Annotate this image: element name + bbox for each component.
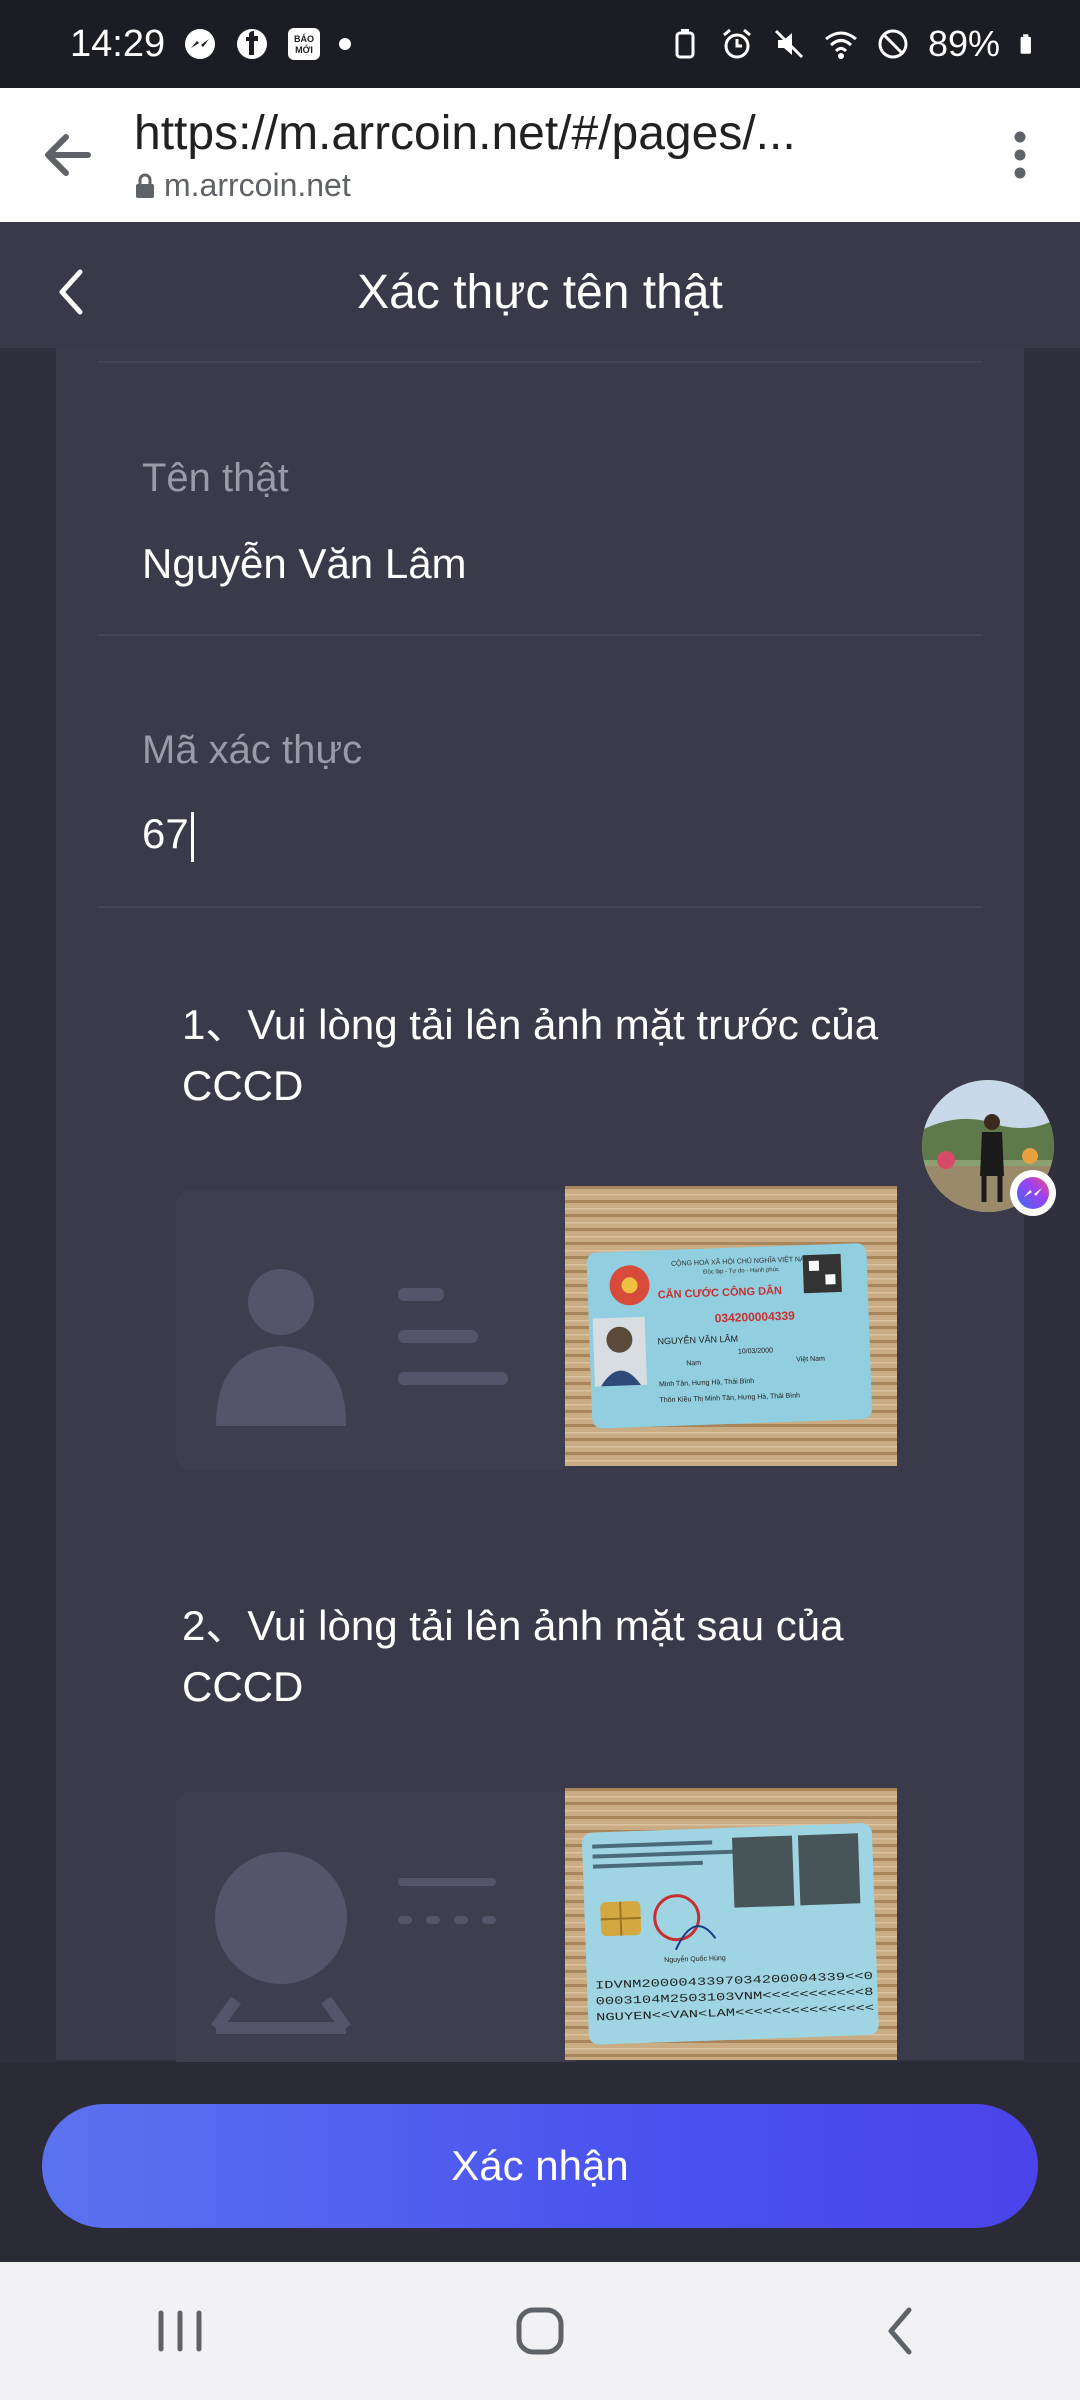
dnd-icon — [878, 29, 908, 59]
front-card-number: 034200004339 — [714, 1309, 795, 1326]
home-button[interactable] — [480, 2281, 600, 2381]
front-upload-title: 1、Vui lòng tải lên ảnh mặt trước của CCC… — [182, 1001, 879, 1109]
back-upload-placeholder[interactable] — [176, 1792, 576, 2062]
alarm-icon — [722, 28, 751, 59]
page-content: Tên thật Nguyễn Văn Lâm Mã xác thực 67 1… — [0, 348, 1080, 2062]
recent-apps-button[interactable] — [120, 2281, 240, 2381]
page-title: Xác thực tên thật — [357, 265, 723, 319]
confirm-button-area: Xác nhận — [0, 2062, 1080, 2262]
recent-apps-icon — [158, 2310, 202, 2352]
notification-dot-icon — [339, 38, 352, 50]
front-card-nationality: Việt Nam — [796, 1356, 825, 1364]
id-card-front-icon — [216, 1269, 508, 1426]
real-name-input[interactable]: Nguyễn Văn Lâm — [142, 540, 467, 588]
front-card-sex: Nam — [686, 1360, 701, 1368]
divider — [98, 634, 982, 636]
text-caret — [190, 811, 194, 862]
page-header: Xác thực tên thật — [0, 222, 1080, 362]
id-card-back-icon — [211, 1852, 496, 2034]
domain-text: m.arrcoin.net — [164, 167, 351, 203]
svg-text:MỚI: MỚI — [295, 44, 313, 55]
system-navigation-bar — [0, 2262, 1080, 2400]
browser-toolbar: https://m.arrcoin.net/#/pages/... m.arrc… — [0, 88, 1080, 222]
facebook-icon — [237, 29, 268, 59]
verification-code-value: 67 — [142, 810, 189, 857]
lock-icon — [136, 173, 154, 198]
more-vert-icon — [1014, 131, 1026, 179]
verification-card: Tên thật Nguyễn Văn Lâm Mã xác thực 67 1… — [56, 348, 1024, 2062]
messenger-chat-head[interactable] — [922, 1080, 1056, 1216]
divider — [98, 361, 982, 363]
battery-saver-icon — [675, 29, 695, 59]
divider — [98, 906, 982, 908]
verification-code-input[interactable]: 67 — [142, 810, 194, 862]
battery-icon — [1020, 34, 1031, 54]
back-icon — [888, 2307, 912, 2355]
messenger-badge — [1010, 1170, 1056, 1216]
front-id-photo-image: CỘNG HOÀ XÃ HỘI CHỦ NGHĨA VIỆT NAM Độc l… — [565, 1186, 897, 1466]
system-back-button[interactable] — [840, 2281, 960, 2381]
back-chevron-icon[interactable] — [48, 264, 98, 320]
browser-menu-button[interactable] — [960, 88, 1080, 222]
arrow-left-icon — [45, 134, 91, 176]
wifi-icon — [825, 31, 857, 59]
baomoi-icon: BÁO MỚI — [288, 28, 321, 60]
mute-icon — [774, 29, 803, 59]
back-id-photo[interactable]: Nguyễn Quốc Hùng IDVNM200004339703420000… — [565, 1788, 897, 2060]
battery-percent: 89% — [927, 23, 1000, 64]
status-time: 14:29 — [70, 22, 166, 65]
url-text: https://m.arrcoin.net/#/pages/... — [134, 107, 796, 160]
front-id-photo[interactable]: CỘNG HOÀ XÃ HỘI CHỦ NGHĨA VIỆT NAM Độc l… — [565, 1186, 897, 1466]
back-id-photo-image: Nguyễn Quốc Hùng IDVNM200004339703420000… — [565, 1788, 897, 2060]
real-name-label: Tên thật — [142, 456, 289, 500]
status-bar: 14:29 BÁO MỚI 89% — [0, 0, 1080, 88]
home-icon — [516, 2307, 564, 2355]
messenger-icon — [1017, 1177, 1049, 1209]
browser-back-button[interactable] — [0, 88, 134, 222]
address-bar[interactable]: https://m.arrcoin.net/#/pages/... m.arrc… — [134, 106, 960, 204]
confirm-button[interactable]: Xác nhận — [42, 2104, 1038, 2228]
svg-text:BÁO: BÁO — [294, 34, 314, 44]
messenger-icon — [185, 29, 216, 59]
front-upload-placeholder[interactable] — [176, 1190, 576, 1470]
verification-code-label: Mã xác thực — [142, 728, 363, 772]
front-card-dob: 10/03/2000 — [738, 1347, 773, 1355]
back-upload-title: 2、Vui lòng tải lên ảnh mặt sau của CCCD — [182, 1602, 844, 1710]
